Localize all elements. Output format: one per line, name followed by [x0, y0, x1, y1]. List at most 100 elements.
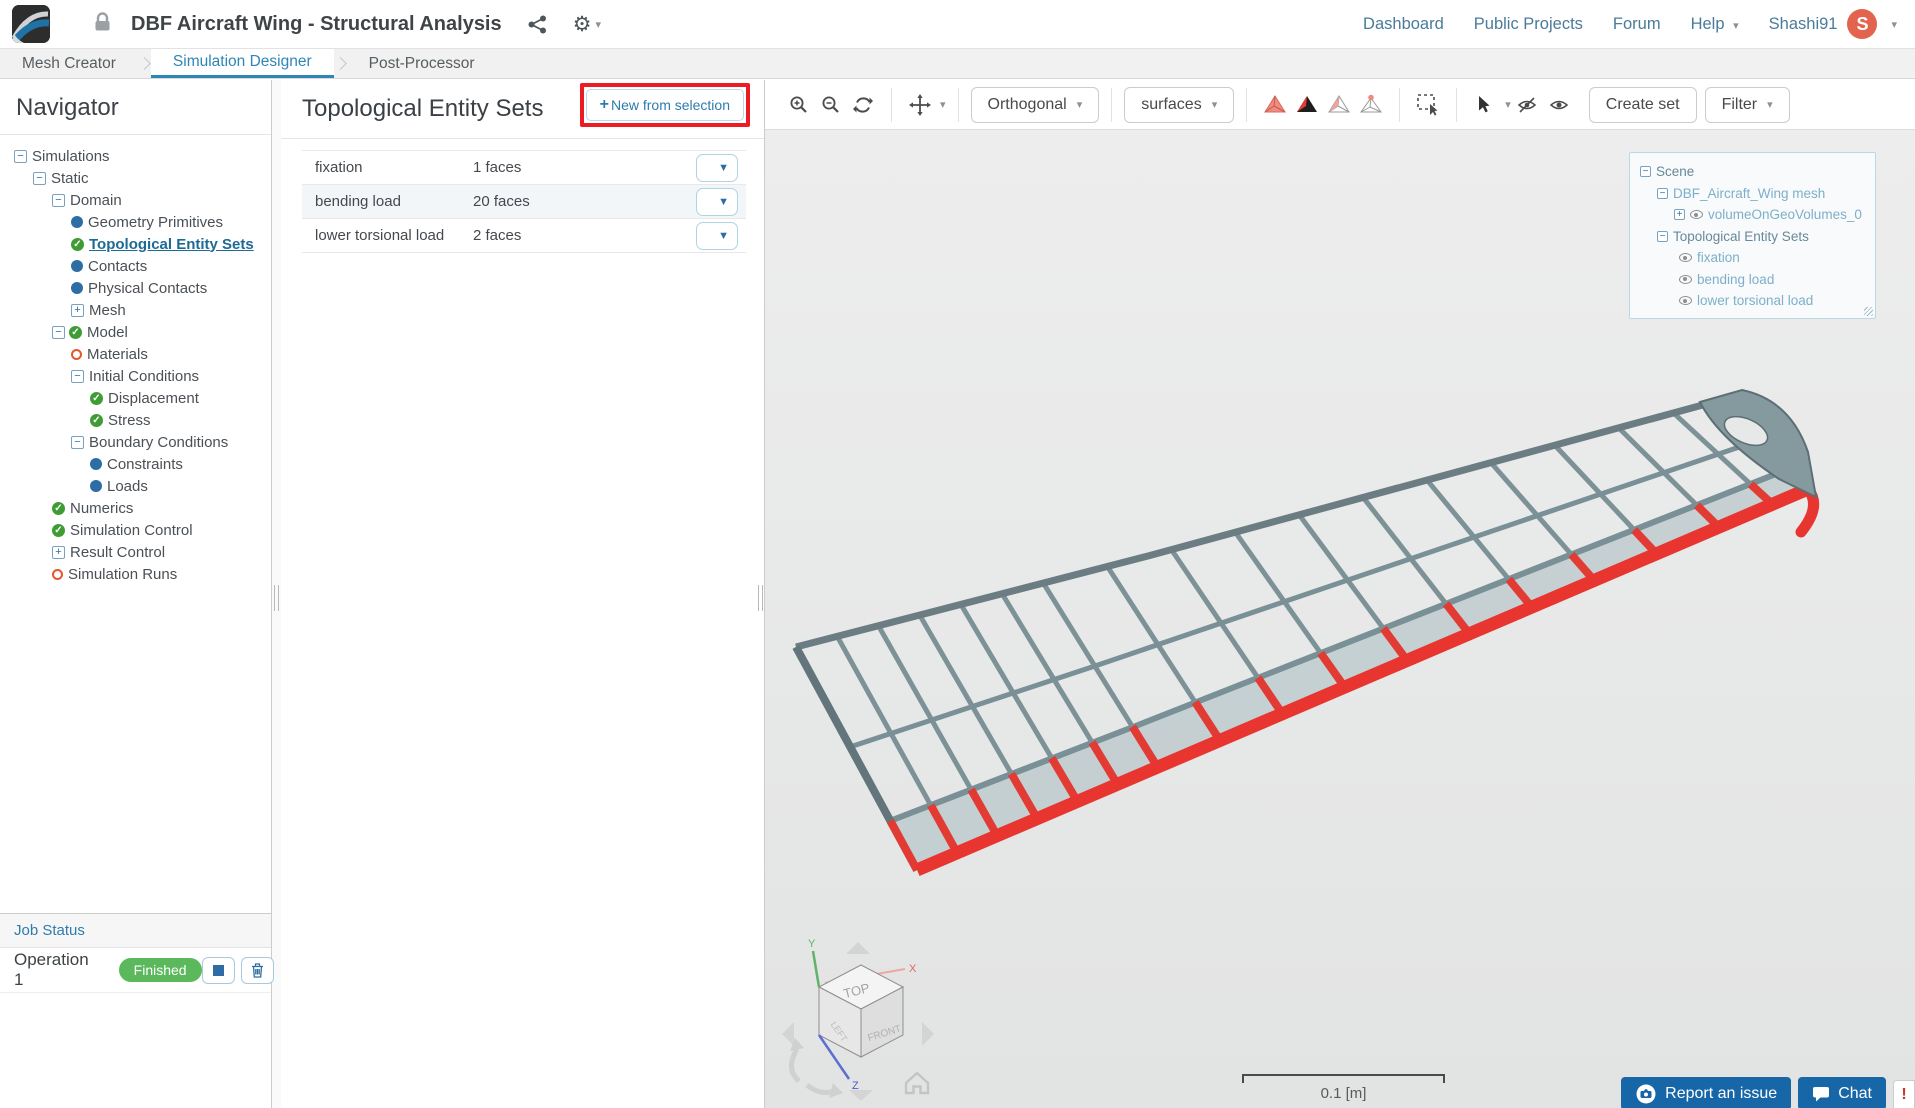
app-logo[interactable]: [12, 5, 50, 43]
splitter-grip[interactable]: [274, 585, 279, 611]
app-header: DBF Aircraft Wing - Structural Analysis …: [0, 0, 1915, 49]
stop-job-button[interactable]: [201, 956, 235, 984]
logo-swoosh-icon: [12, 5, 50, 43]
show-all-button[interactable]: [1546, 92, 1572, 118]
nav-tree-item-materials[interactable]: Materials: [0, 343, 271, 365]
zoom-out-button[interactable]: [818, 92, 844, 118]
nav-tree-item-constraints[interactable]: Constraints: [0, 453, 271, 475]
visibility-eye-icon[interactable]: [1679, 274, 1692, 284]
select-tool-button[interactable]: [1472, 92, 1498, 118]
zoom-in-button[interactable]: [786, 92, 812, 118]
select-volume-face-button[interactable]: [1294, 92, 1320, 118]
nav-public-projects[interactable]: Public Projects: [1474, 15, 1583, 34]
hide-selection-button[interactable]: [1514, 92, 1540, 118]
collapse-icon[interactable]: −: [71, 435, 84, 449]
tab-simulation-designer[interactable]: Simulation Designer: [150, 49, 334, 78]
entity-set-row[interactable]: fixation 1 faces ▼: [302, 151, 746, 185]
avatar[interactable]: S: [1847, 9, 1878, 39]
create-set-button[interactable]: Create set: [1588, 86, 1697, 123]
collapse-icon[interactable]: −: [1657, 230, 1668, 242]
collapse-icon[interactable]: −: [14, 149, 27, 163]
new-from-selection-button[interactable]: + New from selection: [585, 89, 744, 121]
notification-alert-button[interactable]: !: [1893, 1080, 1915, 1108]
splitter-right[interactable]: [756, 80, 765, 1108]
select-volume-solid-button[interactable]: [1262, 92, 1288, 118]
chat-button[interactable]: Chat: [1798, 1077, 1886, 1108]
select-face-button[interactable]: [1326, 92, 1352, 118]
entity-set-name: lower torsional load: [315, 227, 445, 244]
nav-tree-item-simulations[interactable]: − Simulations: [0, 145, 271, 167]
nav-tree-item-boundary-conditions[interactable]: − Boundary Conditions: [0, 431, 271, 453]
nav-tree-item-model[interactable]: − ✓ Model: [0, 321, 271, 343]
reset-view-button[interactable]: [850, 92, 876, 118]
nav-tree-item-static[interactable]: − Static: [0, 167, 271, 189]
scene-tree-item-bending-load[interactable]: bending load: [1640, 269, 1869, 291]
collapse-icon[interactable]: −: [33, 171, 46, 185]
entity-set-menu-button[interactable]: ▼: [696, 187, 738, 216]
nav-tree-item-stress[interactable]: ✓ Stress: [0, 409, 271, 431]
tab-mesh-creator[interactable]: Mesh Creator: [0, 49, 138, 78]
select-vertex-button[interactable]: [1358, 92, 1384, 118]
share-button[interactable]: [528, 15, 547, 34]
nav-tree-item-numerics[interactable]: ✓ Numerics: [0, 497, 271, 519]
nav-tree-item-simulation-runs[interactable]: Simulation Runs: [0, 563, 271, 585]
render-mode-dropdown[interactable]: surfaces ▾: [1124, 86, 1235, 123]
scene-tree-item-scene[interactable]: − Scene: [1640, 161, 1869, 183]
nav-tree-item-initial-conditions[interactable]: − Initial Conditions: [0, 365, 271, 387]
scene-tree-item-volumeongeovolumes-0[interactable]: + volumeOnGeoVolumes_0: [1640, 204, 1869, 226]
collapse-icon[interactable]: −: [52, 325, 65, 339]
gear-icon: ⚙: [572, 12, 592, 36]
delete-job-button[interactable]: [240, 956, 274, 984]
resize-handle[interactable]: [1864, 307, 1873, 316]
scene-tree-item-lower-torsional-load[interactable]: lower torsional load: [1640, 290, 1869, 312]
scene-tree-item-fixation[interactable]: fixation: [1640, 247, 1869, 269]
3d-canvas[interactable]: − Scene − DBF_Aircraft_Wing mesh + volumeOnGe…: [765, 130, 1915, 1108]
nav-help[interactable]: Help ▾: [1691, 15, 1739, 34]
visibility-eye-icon[interactable]: [1690, 210, 1703, 220]
collapse-icon[interactable]: −: [1657, 187, 1668, 199]
rotate-left-arrow[interactable]: [782, 1022, 794, 1046]
nav-tree-item-simulation-control[interactable]: ✓ Simulation Control: [0, 519, 271, 541]
entity-set-row[interactable]: bending load 20 faces ▼: [302, 185, 746, 219]
entity-set-row[interactable]: lower torsional load 2 faces ▼: [302, 219, 746, 253]
expand-icon[interactable]: +: [1674, 209, 1685, 221]
collapse-icon[interactable]: −: [71, 369, 84, 383]
nav-tree-item-physical-contacts[interactable]: Physical Contacts: [0, 277, 271, 299]
view-cube[interactable]: TOP FRONT LEFT Y X Z: [773, 927, 943, 1102]
splitter-grip[interactable]: [758, 585, 763, 611]
collapse-icon[interactable]: −: [1640, 166, 1651, 178]
rotate-up-arrow[interactable]: [846, 942, 870, 954]
scene-tree-item-topological-entity-sets[interactable]: − Topological Entity Sets: [1640, 226, 1869, 248]
nav-tree-item-domain[interactable]: − Domain: [0, 189, 271, 211]
nav-tree-item-loads[interactable]: Loads: [0, 475, 271, 497]
visibility-eye-icon[interactable]: [1679, 253, 1692, 263]
splitter-left[interactable]: [272, 80, 281, 1108]
nav-tree-item-topological-entity-sets[interactable]: ✓ Topological Entity Sets: [0, 233, 271, 255]
report-issue-button[interactable]: Report an issue: [1621, 1077, 1792, 1108]
collapse-icon[interactable]: −: [52, 193, 65, 207]
home-view-icon[interactable]: [904, 1071, 930, 1095]
nav-dashboard[interactable]: Dashboard: [1363, 15, 1444, 34]
nav-tree-item-contacts[interactable]: Contacts: [0, 255, 271, 277]
entity-set-menu-button[interactable]: ▼: [696, 153, 738, 182]
rotate-ccw-arrow[interactable]: [789, 1047, 801, 1083]
pan-tool-button[interactable]: [907, 92, 933, 118]
expand-icon[interactable]: +: [52, 545, 65, 559]
nav-tree-item-mesh[interactable]: + Mesh: [0, 299, 271, 321]
settings-gear-button[interactable]: ⚙ ▾: [573, 12, 601, 37]
entity-set-menu-button[interactable]: ▼: [696, 221, 738, 250]
projection-dropdown[interactable]: Orthogonal ▾: [970, 86, 1100, 123]
job-name: Operation 1: [14, 950, 89, 989]
rotate-right-arrow[interactable]: [922, 1022, 934, 1046]
user-menu[interactable]: Shashi91 S ▾: [1769, 9, 1897, 39]
nav-tree-item-displacement[interactable]: ✓ Displacement: [0, 387, 271, 409]
expand-icon[interactable]: +: [71, 303, 84, 317]
visibility-eye-icon[interactable]: [1679, 296, 1692, 306]
nav-tree-item-result-control[interactable]: + Result Control: [0, 541, 271, 563]
nav-tree-item-geometry-primitives[interactable]: Geometry Primitives: [0, 211, 271, 233]
tab-post-processor[interactable]: Post-Processor: [347, 49, 497, 78]
scene-tree-item-dbf-aircraft-wing-mesh[interactable]: − DBF_Aircraft_Wing mesh: [1640, 183, 1869, 205]
filter-dropdown[interactable]: Filter ▾: [1704, 86, 1790, 123]
box-select-button[interactable]: [1415, 92, 1441, 118]
nav-forum[interactable]: Forum: [1613, 15, 1661, 34]
